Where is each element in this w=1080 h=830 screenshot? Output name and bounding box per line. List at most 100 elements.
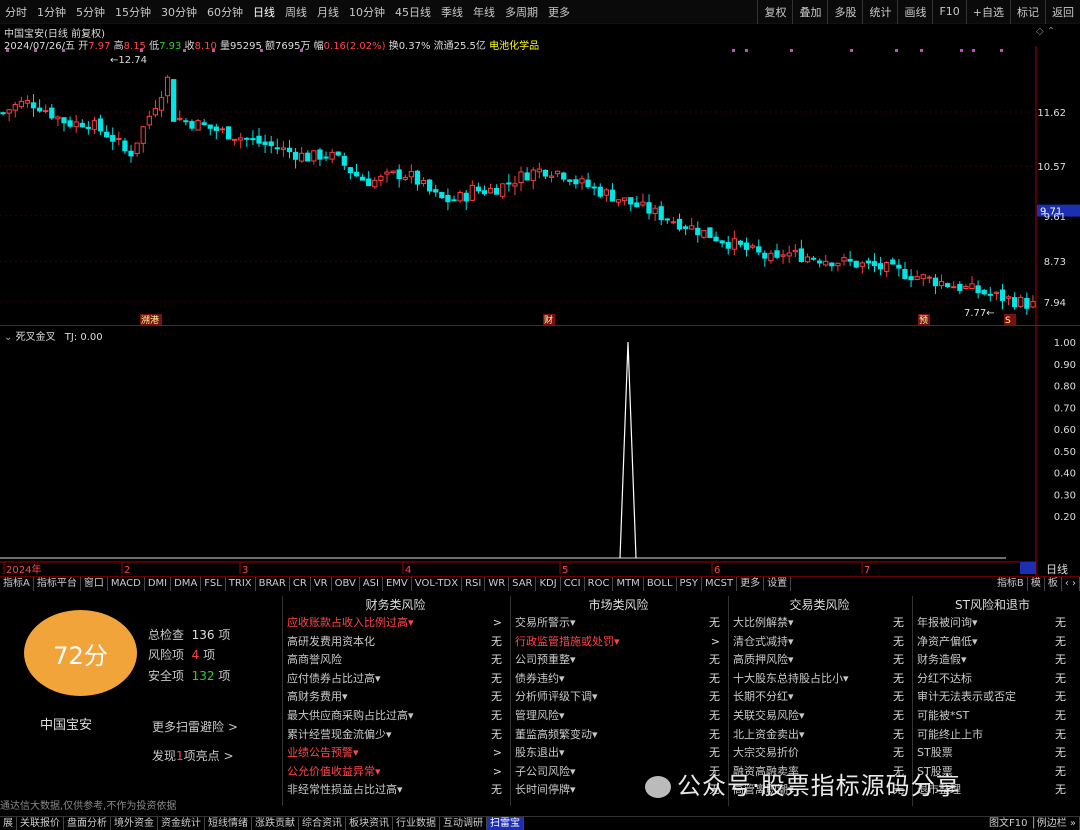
indicator-tab[interactable]: RSI [462, 577, 486, 591]
risk-row[interactable]: 高质押风险▾ 无 [729, 651, 910, 670]
risk-row[interactable]: 董监高频繁变动▾ 无 [511, 726, 726, 745]
indicator-tab-right[interactable]: 模 [1028, 577, 1045, 591]
risk-row[interactable]: 公司预重整▾ 无 [511, 651, 726, 670]
chart-menu-icons[interactable]: ◇ ⌃ [1036, 26, 1055, 37]
risk-row[interactable]: 交易所警示▾ 无 [511, 614, 726, 633]
risk-row[interactable]: 分红不达标 无 [913, 670, 1072, 689]
bottom-tab[interactable]: 短线情绪 [205, 817, 252, 830]
indicator-tab[interactable]: 设置 [764, 577, 792, 591]
indicator-tab[interactable]: 指标平台 [34, 577, 81, 591]
bottom-tab[interactable]: 互动调研 [440, 817, 487, 830]
risk-row[interactable]: 行政监管措施或处罚▾ > [511, 633, 726, 652]
period-tab[interactable]: 月线 [312, 4, 344, 20]
risk-row[interactable]: 年报被问询▾ 无 [913, 614, 1072, 633]
risk-row[interactable]: 净资产偏低▾ 无 [913, 633, 1072, 652]
risk-row[interactable]: 清仓式减持▾ 无 [729, 633, 910, 652]
risk-row[interactable]: 股东退出▾ 无 [511, 744, 726, 763]
toolbar-button[interactable]: F10 [932, 0, 965, 24]
risk-row[interactable]: 最大供应商采购占比过高▾ 无 [283, 707, 508, 726]
indicator-tab[interactable]: VOL-TDX [412, 577, 463, 591]
period-tab[interactable]: 60分钟 [202, 4, 248, 20]
period-tab[interactable]: 更多 [543, 4, 575, 20]
period-tab[interactable]: 10分钟 [344, 4, 390, 20]
risk-row[interactable]: 大宗交易折价 无 [729, 744, 910, 763]
period-tab[interactable]: 分时 [0, 4, 32, 20]
risk-row[interactable]: 十大股东总持股占比小▾ 无 [729, 670, 910, 689]
bottom-tab[interactable]: 行业数据 [393, 817, 440, 830]
risk-row[interactable]: 可能被*ST 无 [913, 707, 1072, 726]
toolbar-button[interactable]: 返回 [1045, 0, 1080, 24]
risk-row[interactable]: 管理风险▾ 无 [511, 707, 726, 726]
bottom-tab[interactable]: 盘面分析 [64, 817, 111, 830]
highlight-link[interactable]: 发现1项亮点 > [152, 747, 234, 764]
bottom-tab[interactable]: 板块资讯 [346, 817, 393, 830]
tab-nav-icon[interactable]: ‹ › [1062, 577, 1080, 591]
risk-row[interactable]: 可能终止上市 无 [913, 726, 1072, 745]
risk-row[interactable]: 北上资金卖出▾ 无 [729, 726, 910, 745]
risk-row[interactable]: 分析师评级下调▾ 无 [511, 688, 726, 707]
indicator-tab[interactable]: DMI [145, 577, 172, 591]
indicator-tab[interactable]: MCST [702, 577, 738, 591]
toolbar-button[interactable]: 统计 [862, 0, 897, 24]
risk-row[interactable]: 累计经营现金流偏少▾ 无 [283, 726, 508, 745]
risk-row[interactable]: 财务造假▾ 无 [913, 651, 1072, 670]
risk-row[interactable]: 非经常性损益占比过高▾ 无 [283, 781, 508, 800]
risk-row[interactable]: 公允价值收益异常▾ > [283, 763, 508, 782]
indicator-tab[interactable]: BOLL [644, 577, 677, 591]
f10-sidebar-toggle[interactable]: 图文F10 │例边栏 » [986, 817, 1080, 830]
indicator-tab[interactable]: EMV [383, 577, 412, 591]
indicator-tab[interactable]: ASI [360, 577, 383, 591]
period-tab[interactable]: 15分钟 [110, 4, 156, 20]
period-tab[interactable]: 多周期 [500, 4, 543, 20]
scroll-button[interactable] [1020, 562, 1036, 574]
bottom-tab[interactable]: 涨跌贡献 [252, 817, 299, 830]
risk-row[interactable]: 应收账款占收入比例过高▾ > [283, 614, 508, 633]
indicator-tab[interactable]: BRAR [256, 577, 290, 591]
indicator-tab[interactable]: KDJ [536, 577, 561, 591]
indicator-tab[interactable]: VR [311, 577, 332, 591]
bottom-tab[interactable]: 境外资金 [111, 817, 158, 830]
indicator-tab[interactable]: PSY [677, 577, 703, 591]
toolbar-button[interactable]: 多股 [827, 0, 862, 24]
risk-row[interactable]: 业绩公告预警▾ > [283, 744, 508, 763]
indicator-tab[interactable]: 窗口 [81, 577, 108, 591]
candlestick-chart[interactable]: 11.6210.579.719.618.737.94←12.747.77←溯港财… [0, 46, 1080, 326]
period-tab[interactable]: 季线 [436, 4, 468, 20]
period-tab[interactable]: 周线 [280, 4, 312, 20]
bottom-tab[interactable]: 关联报价 [17, 817, 64, 830]
indicator-tab[interactable]: WR [485, 577, 510, 591]
risk-row[interactable]: 关联交易风险▾ 无 [729, 707, 910, 726]
more-scan-link[interactable]: 更多扫雷避险 > [152, 718, 238, 735]
indicator-tab[interactable]: CR [290, 577, 311, 591]
bottom-tab[interactable]: 展 [0, 817, 17, 830]
period-tab[interactable]: 45日线 [390, 4, 436, 20]
indicator-tab-right[interactable]: 指标B [994, 577, 1028, 591]
indicator-tab[interactable]: TRIX [226, 577, 256, 591]
indicator-tab[interactable]: MACD [108, 577, 145, 591]
period-tab[interactable]: 1分钟 [32, 4, 71, 20]
toolbar-button[interactable]: 标记 [1010, 0, 1045, 24]
indicator-tab[interactable]: ROC [585, 577, 614, 591]
indicator-tab[interactable]: MTM [613, 577, 644, 591]
risk-row[interactable]: 高研发费用资本化 无 [283, 633, 508, 652]
indicator-tab[interactable]: 指标A [0, 577, 34, 591]
indicator-tab[interactable]: DMA [171, 577, 202, 591]
indicator-chart[interactable]: 1.00 0.90 0.80 0.70 0.60 0.50 0.40 0.30 0.20 2024… [0, 326, 1080, 576]
toolbar-button[interactable]: 复权 [757, 0, 792, 24]
bottom-tab[interactable]: 资金统计 [158, 817, 205, 830]
bottom-tab[interactable]: 综合资讯 [299, 817, 346, 830]
risk-row[interactable]: 长期不分红▾ 无 [729, 688, 910, 707]
bottom-tab[interactable]: 扫雷宝 [487, 817, 524, 830]
period-tab[interactable]: 5分钟 [71, 4, 110, 20]
risk-row[interactable]: 审计无法表示或否定 无 [913, 688, 1072, 707]
toolbar-button[interactable]: 画线 [897, 0, 932, 24]
period-tab[interactable]: 日线 [248, 4, 280, 20]
indicator-tab[interactable]: 更多 [737, 577, 765, 591]
risk-row[interactable]: ST股票 无 [913, 744, 1072, 763]
risk-row[interactable]: 债券违约▾ 无 [511, 670, 726, 689]
indicator-tab[interactable]: FSL [201, 577, 226, 591]
indicator-tab[interactable]: CCI [561, 577, 585, 591]
period-tab[interactable]: 年线 [468, 4, 500, 20]
risk-row[interactable]: 大比例解禁▾ 无 [729, 614, 910, 633]
indicator-tab[interactable]: OBV [332, 577, 360, 591]
